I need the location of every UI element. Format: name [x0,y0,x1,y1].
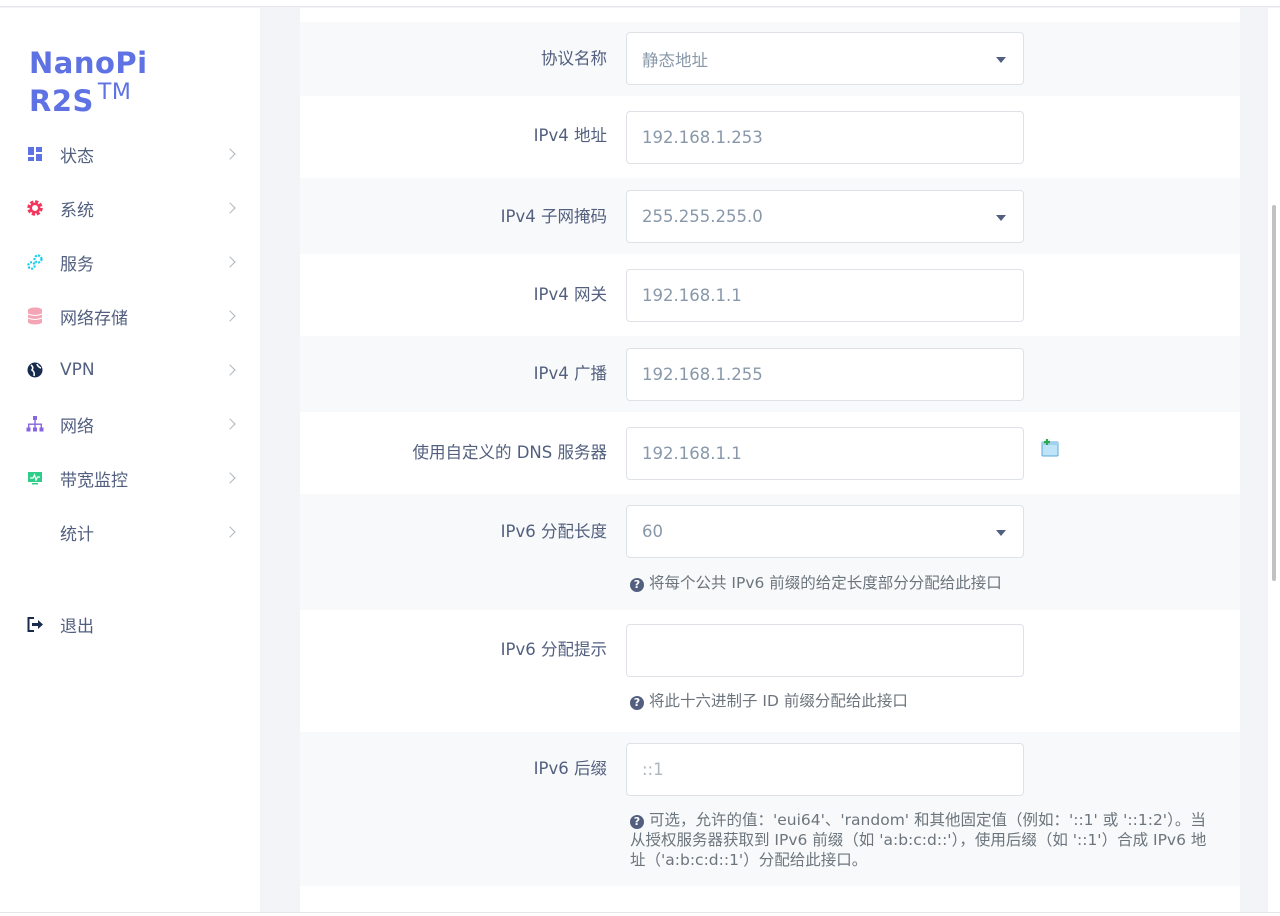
field-label: 协议名称 [541,49,607,68]
sidebar-item-label: 退出 [60,616,94,637]
sign-out-icon [26,615,44,633]
question-circle-icon: ? [630,815,644,829]
question-circle-icon: ? [630,696,644,710]
hint-text: 可选，允许的值：'eui64'、'random' 和其他固定值（例如：'::1'… [649,811,1206,829]
dns-server-input[interactable]: 192.168.1.1 [626,427,1024,480]
input-placeholder: ::1 [642,760,664,779]
sidebar-item-label: 网络存储 [60,308,128,329]
database-icon [26,307,44,325]
select-value: 255.255.255.0 [642,207,763,226]
field-label: IPv4 广播 [533,364,607,383]
chevron-right-icon [224,256,236,268]
ipv6-assign-hint-input[interactable] [626,624,1024,677]
add-dns-icon[interactable] [1040,438,1060,458]
sidebar-item-label: 系统 [60,200,94,221]
question-circle-icon: ? [630,578,644,592]
sidebar-item-network[interactable]: 网络 [0,404,260,444]
select-value: 静态地址 [642,50,708,70]
ipv6-assign-hint-hint: ? 将此十六进制子 ID 前缀分配给此接口 [630,691,908,711]
chevron-right-icon [224,148,236,160]
ipv4-address-input[interactable]: 192.168.1.253 [626,111,1024,164]
field-label: IPv6 分配提示 [500,640,607,659]
hint-text: 址（'a:b:c:d::1'）分配给此接口。 [630,851,868,869]
ipv6-suffix-hint: ? 可选，允许的值：'eui64'、'random' 和其他固定值（例如：'::1… [630,810,1230,870]
ipv4-gateway-input[interactable]: 192.168.1.1 [626,269,1024,322]
ipv6-assign-length-hint: ? 将每个公共 IPv6 前缀的给定长度部分分配给此接口 [630,573,1002,593]
sidebar-item-logout[interactable]: 退出 [0,604,260,644]
input-value: 192.168.1.1 [642,286,742,305]
brand-logo[interactable]: NanoPi R2S TM [29,46,260,118]
sidebar-item-status[interactable]: 状态 [0,134,260,174]
brand-trademark: TM [97,80,132,105]
sidebar-item-system[interactable]: 系统 [0,188,260,228]
caret-down-icon [996,215,1006,221]
chevron-right-icon [224,364,236,376]
monitor-icon [26,469,44,487]
sidebar-item-bandwidth[interactable]: 带宽监控 [0,458,260,498]
dashboard-icon [26,145,44,163]
chevron-right-icon [224,310,236,322]
sidebar-item-vpn[interactable]: VPN [0,350,260,390]
sidebar-item-nas[interactable]: 网络存储 [0,296,260,336]
input-value: 192.168.1.1 [642,444,742,463]
chevron-right-icon [224,418,236,430]
ipv6-assign-length-select[interactable]: 60 [626,505,1024,558]
cogs-icon [26,253,44,271]
input-value: 192.168.1.255 [642,365,763,384]
caret-down-icon [996,530,1006,536]
globe-icon [26,361,44,379]
chevron-right-icon [224,472,236,484]
sidebar-item-label: 状态 [60,146,94,167]
field-label: IPv6 后缀 [533,759,607,778]
select-value: 60 [642,522,663,541]
field-label: IPv4 地址 [533,126,607,145]
ipv4-netmask-select[interactable]: 255.255.255.0 [626,190,1024,243]
field-label: IPv6 分配长度 [500,522,607,541]
scrollbar-thumb[interactable] [1272,205,1276,581]
input-value: 192.168.1.253 [642,128,763,147]
top-border [0,0,1280,7]
field-label: 使用自定义的 DNS 服务器 [412,443,607,462]
hint-text: 从授权服务器获取到 IPv6 前缀（如 'a:b:c:d::'），使用后缀（如 … [630,831,1207,849]
bottom-border [0,912,1280,916]
sidebar-item-label: 网络 [60,416,94,437]
ipv6-suffix-input[interactable]: ::1 [626,743,1024,796]
field-label: IPv4 网关 [533,285,607,304]
sidebar-item-statistics[interactable]: 统计 [0,512,260,552]
chevron-right-icon [224,202,236,214]
sidebar-item-label: VPN [60,360,95,380]
sidebar-item-label: 统计 [60,524,94,545]
field-label: IPv4 子网掩码 [500,207,607,226]
hint-text: 将此十六进制子 ID 前缀分配给此接口 [649,692,908,710]
sitemap-icon [26,415,44,433]
caret-down-icon [996,57,1006,63]
gear-icon [26,199,44,217]
hint-text: 将每个公共 IPv6 前缀的给定长度部分分配给此接口 [649,574,1002,592]
sidebar-item-label: 服务 [60,254,94,275]
sidebar-item-services[interactable]: 服务 [0,242,260,282]
ipv4-broadcast-input[interactable]: 192.168.1.255 [626,348,1024,401]
sidebar-item-label: 带宽监控 [60,470,128,491]
chevron-right-icon [224,526,236,538]
protocol-select[interactable]: 静态地址 [626,32,1024,85]
